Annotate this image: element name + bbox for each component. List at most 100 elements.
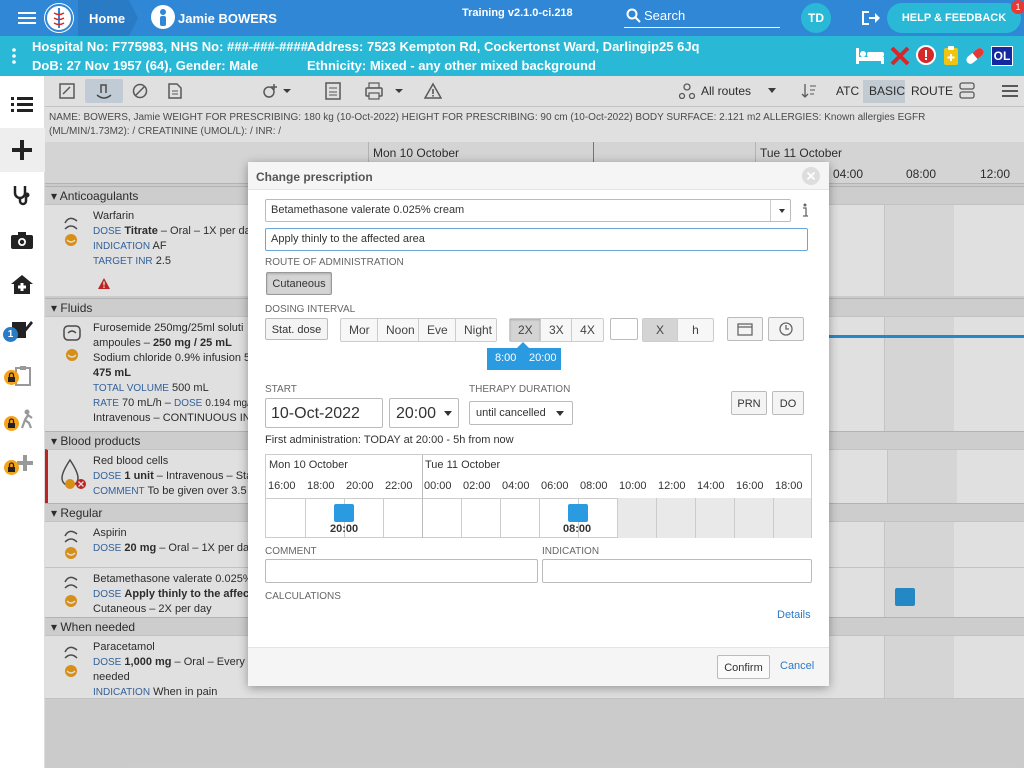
time-chip-pointer xyxy=(517,342,529,348)
resus-x-icon[interactable] xyxy=(890,46,910,66)
dose-instruction-input[interactable]: Apply thinly to the affected area xyxy=(265,228,808,251)
patient-address: Address: 7523 Kempton Rd, Cockertonst Wa… xyxy=(307,39,700,54)
timeline-dose-time-2: 08:00 xyxy=(563,523,592,535)
tl-hour-9: 10:00 xyxy=(619,480,647,492)
alert-icon[interactable] xyxy=(916,45,936,65)
timeline-day-1: Mon 10 October xyxy=(269,459,348,471)
tl-hour-12: 16:00 xyxy=(736,480,764,492)
dosing-interval-label: DOSING INTERVAL xyxy=(265,304,356,315)
tl-hour-8: 08:00 xyxy=(580,480,608,492)
patient-banner: Hospital No: F775983, NHS No: ###-###-##… xyxy=(0,36,1024,76)
start-time-select[interactable]: 20:00 xyxy=(389,398,459,428)
do-label: DO xyxy=(779,398,797,410)
version-label: Training v2.1.0-ci.218 xyxy=(462,7,573,19)
home-link[interactable]: Home xyxy=(89,11,125,26)
do-button[interactable]: DO xyxy=(772,391,804,415)
help-badge-count: 1 xyxy=(1015,2,1021,12)
mor-button[interactable]: Mor xyxy=(341,319,378,341)
freq-4x-button[interactable]: 4X xyxy=(572,319,603,341)
calculations-label: CALCULATIONS xyxy=(265,591,341,602)
freq-2x-button[interactable]: 2X xyxy=(510,319,541,341)
unit-h-button[interactable]: h xyxy=(678,319,713,341)
stethoscope-icon[interactable] xyxy=(11,184,33,206)
therapy-duration-label: THERAPY DURATION xyxy=(469,384,571,395)
camera-icon[interactable] xyxy=(11,231,33,249)
ol-badge[interactable]: OL xyxy=(991,46,1013,66)
user-avatar[interactable]: TD xyxy=(801,3,831,33)
patient-name[interactable]: Jamie BOWERS xyxy=(178,11,277,26)
pill-icon[interactable] xyxy=(964,46,986,66)
indication-input[interactable] xyxy=(542,559,812,583)
timeline-dose-marker-2[interactable] xyxy=(568,504,588,522)
lock-badge-3 xyxy=(4,460,19,475)
drug-select[interactable]: Betamethasone valerate 0.025% cream xyxy=(265,199,791,222)
time-chip-20[interactable]: 20:00 xyxy=(529,352,557,364)
menu-icon[interactable] xyxy=(18,10,36,26)
eve-button[interactable]: Eve xyxy=(419,319,456,341)
timeline-dose-marker-1[interactable] xyxy=(334,504,354,522)
list-icon[interactable] xyxy=(11,96,33,114)
start-time-value: 20:00 xyxy=(396,405,437,422)
start-date-input[interactable]: 10-Oct-2022 xyxy=(265,398,383,428)
custom-frequency-input[interactable] xyxy=(610,318,638,340)
help-feedback-button[interactable]: HELP & FEEDBACK xyxy=(887,3,1021,33)
night-button[interactable]: Night xyxy=(456,319,496,341)
logout-icon[interactable] xyxy=(860,9,880,27)
clipboard-icon[interactable] xyxy=(943,45,959,65)
tl-hour-7: 06:00 xyxy=(541,480,569,492)
comment-input[interactable] xyxy=(265,559,538,583)
cancel-link[interactable]: Cancel xyxy=(780,660,814,672)
search-label: Search xyxy=(644,8,686,23)
add-icon[interactable] xyxy=(0,128,45,172)
therapy-duration-select[interactable]: until cancelled xyxy=(469,401,573,425)
dialog-title: Change prescription xyxy=(256,170,373,184)
home-medical-icon[interactable] xyxy=(10,274,34,294)
indication-label: INDICATION xyxy=(542,546,600,557)
first-administration-text: First administration: TODAY at 20:00 - 5… xyxy=(265,434,514,446)
tl-hour-1: 18:00 xyxy=(307,480,335,492)
tl-hour-13: 18:00 xyxy=(775,480,803,492)
lock-badge-2 xyxy=(4,416,19,431)
date-of-birth: DoB: 27 Nov 1957 (64), Gender: Male xyxy=(32,58,259,73)
timeline-dose-time-1: 20:00 xyxy=(330,523,359,535)
noon-button[interactable]: Noon xyxy=(378,319,419,341)
help-feedback-label: HELP & FEEDBACK xyxy=(901,12,1007,24)
bed-icon[interactable] xyxy=(856,46,884,66)
calendar-icon xyxy=(737,323,753,336)
app-logo[interactable] xyxy=(44,3,74,33)
custom-unit-group: X h xyxy=(642,318,714,342)
start-label: START xyxy=(265,384,297,395)
tl-hour-10: 12:00 xyxy=(658,480,686,492)
ol-badge-label: OL xyxy=(993,49,1011,63)
banner-menu-icon[interactable] xyxy=(12,48,16,64)
help-badge: 1 xyxy=(1011,0,1024,14)
timeline-future-shade xyxy=(617,498,811,538)
route-cutaneous-button[interactable]: Cutaneous xyxy=(266,272,332,295)
stat-dose-label: Stat. dose xyxy=(271,324,322,336)
route-cutaneous-label: Cutaneous xyxy=(272,278,326,290)
history-button[interactable] xyxy=(768,317,804,341)
therapy-duration-value: until cancelled xyxy=(476,407,546,419)
lock-badge-1 xyxy=(4,370,19,385)
details-link[interactable]: Details xyxy=(777,609,811,621)
time-chip-8[interactable]: 8:00 xyxy=(495,352,516,364)
close-dialog-icon[interactable] xyxy=(802,167,820,185)
confirm-button[interactable]: Confirm xyxy=(717,655,770,679)
stat-dose-button[interactable]: Stat. dose xyxy=(265,318,328,340)
calendar-button[interactable] xyxy=(727,317,763,341)
tl-hour-6: 04:00 xyxy=(502,480,530,492)
drug-info-icon[interactable] xyxy=(800,203,810,218)
route-label: ROUTE OF ADMINISTRATION xyxy=(265,257,404,268)
search-icon xyxy=(626,8,641,23)
timeline-day-2: Tue 11 October xyxy=(425,459,501,471)
sidebar-count-badge: 1 xyxy=(3,327,18,342)
start-date-value: 10-Oct-2022 xyxy=(271,405,360,422)
drug-select-value: Betamethasone valerate 0.025% cream xyxy=(271,204,465,216)
freq-3x-button[interactable]: 3X xyxy=(541,319,572,341)
search-field[interactable]: Search xyxy=(624,5,780,28)
sidebar-count: 1 xyxy=(7,329,14,340)
unit-x-button[interactable]: X xyxy=(643,319,678,341)
prn-button[interactable]: PRN xyxy=(731,391,767,415)
tl-hour-0: 16:00 xyxy=(268,480,296,492)
prn-label: PRN xyxy=(737,398,761,410)
